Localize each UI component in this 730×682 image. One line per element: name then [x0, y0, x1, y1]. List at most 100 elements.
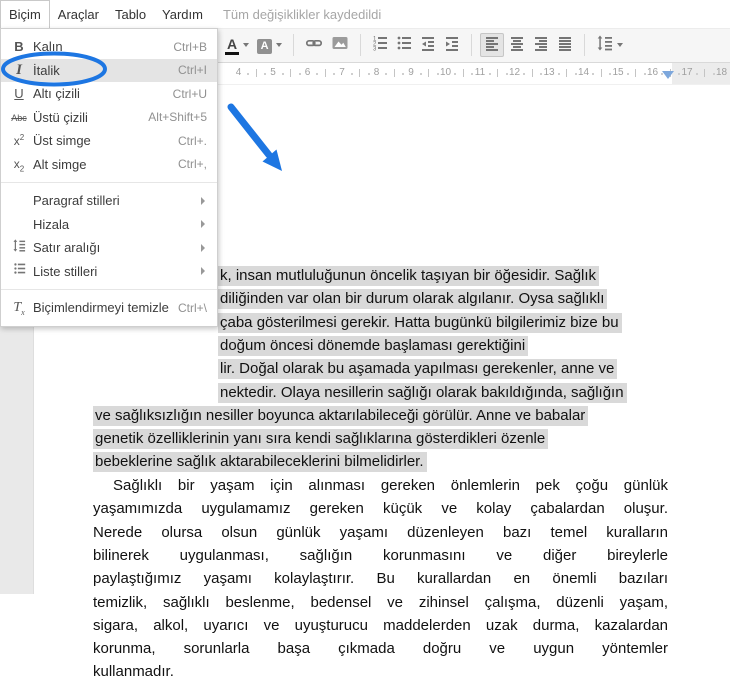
ruler-number: 18: [715, 67, 728, 78]
selected-text-line[interactable]: diliğinden var olan bir durum olarak alg…: [218, 288, 608, 310]
insert-image-button[interactable]: [328, 33, 352, 57]
save-status[interactable]: Tüm değişiklikler kaydedildi: [223, 0, 381, 28]
document-text-line[interactable]: sigara, alkol, uyarıcı ve uyuşturucu mad…: [93, 615, 668, 636]
toolbar-separator: [471, 34, 473, 56]
ruler-tick: [247, 73, 250, 75]
right-indent-marker-icon[interactable]: [662, 71, 674, 79]
underline-icon: U: [14, 85, 24, 101]
increase-indent-icon: [444, 35, 460, 56]
menu-item-kalın[interactable]: B Kalın Ctrl+B: [1, 35, 217, 59]
ruler-tick: [255, 69, 257, 77]
ruler-number: 10: [439, 67, 452, 78]
menu-item-paragraf-stilleri[interactable]: Paragraf stilleri: [1, 189, 217, 213]
ruler-tick: [592, 73, 595, 75]
decrease-indent-icon: [420, 35, 436, 56]
strikethrough-icon: Abc: [11, 113, 27, 124]
ruler-number: 13: [543, 67, 555, 78]
ruler-tick: [350, 73, 353, 75]
shortcut-label: Ctrl+.: [177, 133, 207, 148]
ruler-number: 4: [235, 67, 242, 78]
selected-text-line[interactable]: doğum öncesi dönemde başlaması gerektiği…: [218, 335, 529, 356]
list-icon: [7, 262, 31, 280]
menu-item-biçimlendirmeyi-temizle[interactable]: Tx Biçimlendirmeyi temizle Ctrl+\: [1, 296, 217, 320]
shortcut-label: Ctrl+,: [177, 157, 207, 172]
line-spacing-button[interactable]: [593, 33, 626, 57]
ruler-tick: [298, 73, 301, 75]
align-center-button[interactable]: [506, 33, 528, 57]
ruler-tick: [635, 69, 637, 77]
ruler-tick: [523, 73, 526, 75]
document-text-line[interactable]: temizlik, sağlıklı beslenme, bedensel ve…: [93, 592, 668, 613]
selected-text-line[interactable]: nektedir. Olaya nesillerin sağlığı olara…: [218, 382, 627, 403]
document-text-line[interactable]: korunma, sorunlarla başa çıkmada doğru v…: [93, 638, 668, 659]
ruler-tick: [566, 69, 568, 77]
text-color-button[interactable]: A: [222, 33, 252, 57]
ruler-number: 17: [681, 67, 693, 78]
selected-text-line[interactable]: ve sağlıksızlığın nesiller boyunca aktar…: [93, 405, 589, 426]
subscript-icon: x2: [13, 157, 25, 174]
clear-format-icon: Tx: [13, 300, 25, 318]
chevron-down-icon: [617, 43, 624, 47]
ruler-number: 14: [577, 67, 590, 78]
ruler-tick: [290, 69, 292, 77]
ruler-tick: [264, 73, 267, 75]
ruler-tick: [678, 73, 681, 75]
selected-text-line[interactable]: lir. Doğal olarak bu aşamada yapılması g…: [218, 358, 618, 380]
increase-indent-button[interactable]: [441, 33, 463, 57]
document-text-line[interactable]: yaşamımızda uygulamamız gereken küçük ve…: [93, 498, 668, 519]
align-left-button[interactable]: [480, 33, 505, 57]
shortcut-label: Ctrl+B: [173, 39, 207, 54]
selected-text-line[interactable]: çaba gösterilmesi gerekir. Hatta bugünkü…: [218, 312, 622, 333]
submenu-arrow-icon: [201, 267, 205, 276]
ruler-tick: [574, 73, 577, 75]
align-right-icon: [533, 35, 549, 56]
menu-araclar[interactable]: Araçlar: [50, 0, 107, 28]
ruler-tick: [704, 69, 706, 77]
ruler-tick: [531, 69, 533, 77]
document-text-line[interactable]: kullanmadır.: [93, 661, 668, 682]
ruler-tick: [626, 73, 629, 75]
menu-item-altı-çizili[interactable]: U Altı çizili Ctrl+U: [1, 82, 217, 106]
align-right-button[interactable]: [530, 33, 552, 57]
document-text-line[interactable]: paylaştığımız yaşamı kolaylaştırır. Bu k…: [93, 568, 668, 589]
document-text-line[interactable]: Nerede olursa olsun günlük yaşamı düzenl…: [93, 522, 668, 543]
align-center-icon: [509, 35, 525, 56]
numbered-list-button[interactable]: 123: [369, 33, 391, 57]
ruler-number: 16: [646, 67, 659, 78]
menu-tablo[interactable]: Tablo: [107, 0, 154, 28]
menu-separator: [1, 289, 217, 290]
ruler-tick: [385, 73, 388, 75]
decrease-indent-button[interactable]: [417, 33, 439, 57]
ruler-tick: [419, 73, 422, 75]
bulleted-list-button[interactable]: [393, 33, 415, 57]
menu-item-i-talik[interactable]: I İtalik Ctrl+I: [1, 58, 217, 82]
ruler-number: 5: [270, 67, 276, 78]
menu-yardim[interactable]: Yardım: [154, 0, 211, 28]
ruler-tick: [712, 73, 715, 75]
menu-item-üst-simge[interactable]: x2 Üst simge Ctrl+.: [1, 129, 217, 153]
highlight-color-button[interactable]: A: [254, 33, 285, 57]
menu-bicim[interactable]: Biçim: [0, 0, 50, 29]
ruler-tick: [557, 73, 560, 75]
menu-bar: Biçim Araçlar Tablo Yardım Tüm değişikli…: [0, 0, 730, 29]
ruler-tick: [643, 73, 646, 75]
menu-item-alt-simge[interactable]: x2 Alt simge Ctrl+,: [1, 153, 217, 177]
menu-item-liste-stilleri[interactable]: Liste stilleri: [1, 260, 217, 284]
document-text-line[interactable]: bilinerek uygulanması, sağlığın korunmas…: [93, 545, 668, 566]
bold-icon: B: [14, 38, 24, 54]
insert-link-button[interactable]: [302, 33, 326, 57]
ruler-number: 7: [339, 67, 345, 78]
menu-item-üstü-çizili[interactable]: Abc Üstü çizili Alt+Shift+5: [1, 106, 217, 130]
menu-item-satır-aralığı[interactable]: Satır aralığı: [1, 236, 217, 260]
justify-button[interactable]: [554, 33, 576, 57]
selected-text-line[interactable]: bebeklerine sağlık aktarabileceklerini b…: [93, 451, 427, 473]
selected-text-line[interactable]: k, insan mutluluğunun öncelik taşıyan bi…: [218, 265, 600, 286]
ruler-tick: [609, 73, 612, 75]
selected-text-line[interactable]: genetik özelliklerinin yanı sıra kendi s…: [93, 428, 549, 450]
submenu-arrow-icon: [201, 196, 205, 205]
chevron-down-icon: [243, 43, 250, 47]
document-text-line[interactable]: Sağlıklı bir yaşam için alınması gereken…: [93, 475, 668, 496]
ruler-tick: [367, 73, 370, 75]
bulleted-list-icon: [396, 35, 412, 56]
menu-item-hizala[interactable]: Hizala: [1, 213, 217, 237]
